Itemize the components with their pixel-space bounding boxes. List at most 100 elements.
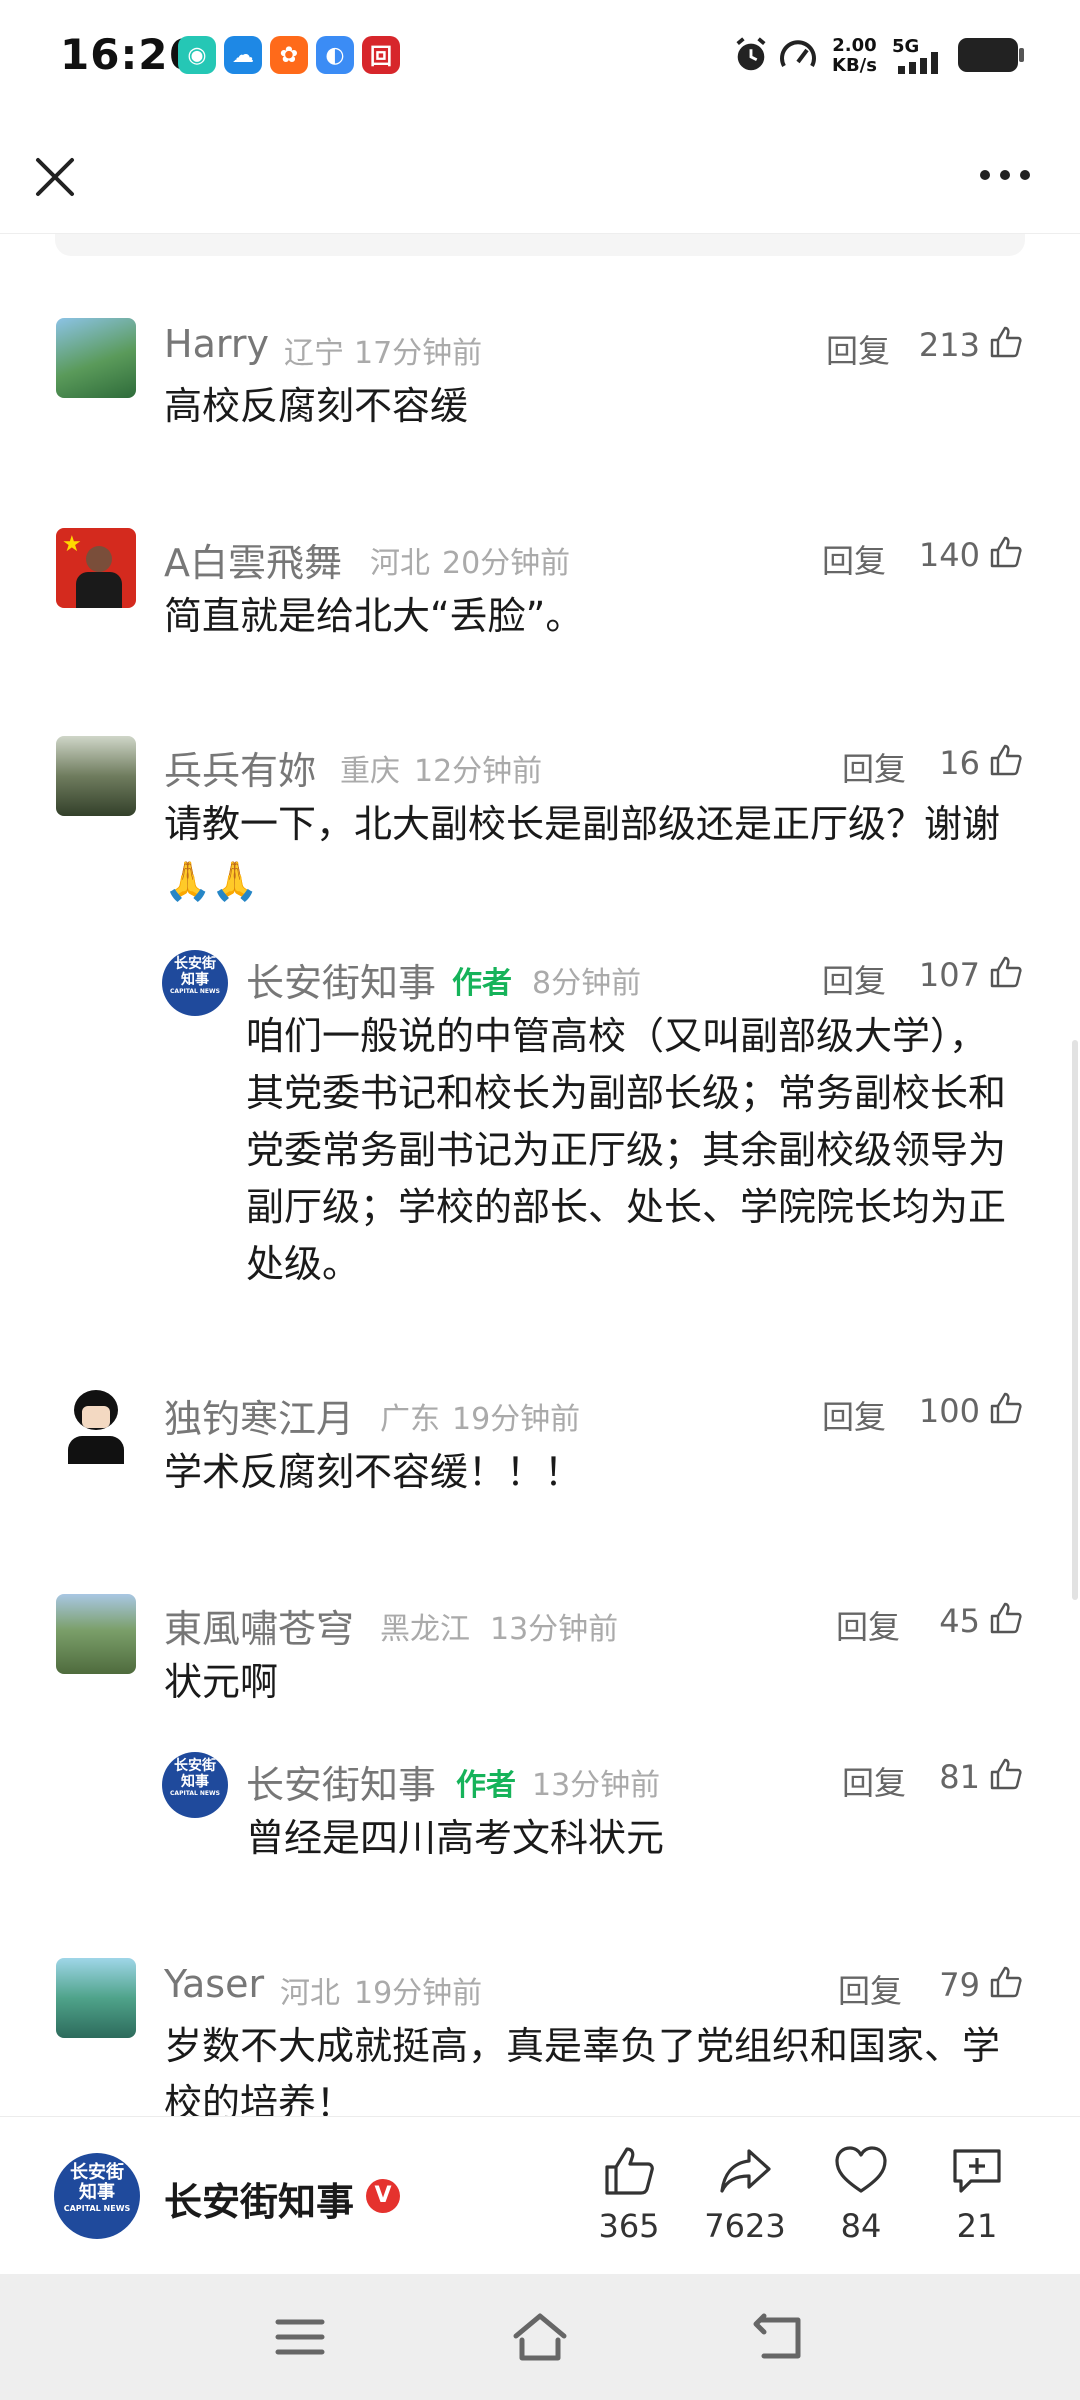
like-count: 140 <box>918 536 980 574</box>
thumbs-up-icon[interactable] <box>988 534 1024 570</box>
verified-badge: V <box>366 2179 400 2213</box>
avatar[interactable]: 长安街 知事 CAPITAL NEWS <box>162 1752 228 1818</box>
menu-icon[interactable] <box>270 2310 330 2364</box>
comment-time: 19分钟前 <box>354 1976 483 2011</box>
home-icon[interactable] <box>510 2310 570 2364</box>
thumbs-up-icon[interactable] <box>988 1964 1024 2000</box>
logo-text-line2: 知事 <box>181 972 209 988</box>
network-speed: 2.00 KB/s <box>832 36 877 76</box>
thumbs-up-icon[interactable] <box>988 954 1024 990</box>
network-speed-value: 2.00 <box>832 35 877 56</box>
thumbs-up-icon[interactable] <box>988 1390 1024 1426</box>
app-notification-icon-2: ☁ <box>224 36 262 74</box>
comment-location: 重庆 <box>340 754 400 789</box>
system-navigation-bar <box>0 2274 1080 2400</box>
commenter-name[interactable]: 兵兵有妳 <box>164 740 316 795</box>
logo-text-line2: 知事 <box>79 2182 115 2203</box>
commenter-name[interactable]: 東風嘯苍穹 <box>164 1598 354 1653</box>
like-count: 107 <box>918 956 980 994</box>
more-options-icon[interactable] <box>975 160 1035 190</box>
like-count: 16 <box>939 744 980 782</box>
thumbs-up-icon[interactable] <box>988 1600 1024 1636</box>
avatar[interactable] <box>56 318 136 398</box>
commenter-name[interactable]: 独钓寒江月 <box>164 1388 354 1443</box>
like-count: 365 <box>598 2207 660 2245</box>
favorite-count: 84 <box>840 2207 882 2245</box>
avatar[interactable] <box>56 1958 136 2038</box>
battery-icon <box>958 38 1024 72</box>
logo-text-line1: 长安街 <box>174 1758 216 1774</box>
comment-time: 17分钟前 <box>354 336 483 371</box>
thumbs-up-icon[interactable] <box>988 1756 1024 1792</box>
logo-text-line2: 知事 <box>181 1774 209 1790</box>
comment-time: 8分钟前 <box>532 966 642 1001</box>
back-icon[interactable] <box>750 2310 810 2364</box>
content-card-bottom <box>55 234 1025 256</box>
comment-item: Yaser 河北 19分钟前 回复 79 岁数不大成就挺高，真是辜负了党组织和国… <box>0 1958 1080 2116</box>
app-notification-icon-4: ◐ <box>316 36 354 74</box>
comment-text: 状元啊 <box>164 1660 279 1704</box>
status-bar: 16:26 ◉ ☁ ✿ ◐ 回 2.00 KB/s 5G <box>0 0 1080 110</box>
commenter-name[interactable]: 长安街知事 <box>246 952 436 1007</box>
heart-icon <box>835 2146 887 2193</box>
comment-location: 河北 <box>370 546 430 581</box>
network-speed-unit: KB/s <box>832 55 877 76</box>
logo-text-line1: 长安街 <box>70 2162 124 2183</box>
commenter-name[interactable]: 长安街知事 <box>246 1754 436 1809</box>
like-count: 45 <box>939 1602 980 1640</box>
like-count: 213 <box>918 326 980 364</box>
like-button[interactable]: 365 <box>574 2143 684 2245</box>
commenter-name[interactable]: Harry <box>164 322 269 366</box>
comment-text: 曾经是四川高考文科状元 <box>246 1816 665 1860</box>
like-count: 81 <box>939 1758 980 1796</box>
commenter-name[interactable]: Yaser <box>164 1962 264 2006</box>
app-notification-icon-5: 回 <box>362 36 400 74</box>
speedometer-icon <box>780 40 816 67</box>
avatar[interactable] <box>56 736 136 816</box>
like-count: 79 <box>939 1966 980 2004</box>
account-avatar[interactable]: 长安街 知事 CAPITAL NEWS <box>54 2153 140 2239</box>
thumbs-up-icon <box>605 2147 654 2195</box>
logo-text-line3: CAPITAL NEWS <box>63 2204 131 2213</box>
top-bar <box>0 110 1080 234</box>
scrollbar[interactable] <box>1072 1040 1078 1600</box>
like-count: 100 <box>918 1392 980 1430</box>
comment-location: 辽宁 <box>284 336 344 371</box>
logo-text-line3: CAPITAL NEWS <box>170 988 220 995</box>
signal-icon <box>898 52 938 74</box>
comment-location: 广东 <box>380 1402 440 1437</box>
comment-add-icon <box>953 2149 1001 2193</box>
comment-text: 咱们一般说的中管高校（又叫副部级大学），其党委书记和校长为副部长级；常务副校长和… <box>246 1014 1007 1286</box>
commenter-name[interactable]: A白雲飛舞 <box>164 532 342 587</box>
comment-location: 河北 <box>280 1976 340 2011</box>
reply-button[interactable]: 回复 <box>822 536 886 582</box>
share-icon <box>720 2149 771 2193</box>
star-icon: ★ <box>62 532 82 557</box>
comment-text: 请教一下，北大副校长是副部级还是正厅级？谢谢🙏🙏 <box>164 802 1001 903</box>
app-notification-icon-1: ◉ <box>178 36 216 74</box>
comment-text: 简直就是给北大“丢脸”。 <box>164 594 584 638</box>
favorite-button[interactable]: 84 <box>806 2143 916 2245</box>
share-button[interactable]: 7623 <box>690 2143 800 2245</box>
comment-time: 13分钟前 <box>490 1612 619 1647</box>
avatar[interactable]: 长安街 知事 CAPITAL NEWS <box>162 950 228 1016</box>
close-icon[interactable] <box>30 152 80 202</box>
avatar[interactable] <box>56 1594 136 1674</box>
comment-location: 黑龙江 <box>380 1612 470 1647</box>
comment-time: 20分钟前 <box>442 546 571 581</box>
avatar[interactable]: ★ <box>56 528 136 608</box>
comment-button[interactable]: 21 <box>922 2143 1032 2245</box>
bottom-action-bar: 长安街 知事 CAPITAL NEWS 长安街知事 V 365 7623 84 … <box>0 2116 1080 2274</box>
share-count: 7623 <box>704 2207 786 2245</box>
account-name[interactable]: 长安街知事 <box>164 2171 354 2226</box>
comment-text: 高校反腐刻不容缓 <box>164 384 469 428</box>
thumbs-up-icon[interactable] <box>988 742 1024 778</box>
thumbs-up-icon[interactable] <box>988 324 1024 360</box>
logo-text-line3: CAPITAL NEWS <box>170 1790 220 1797</box>
logo-text-line1: 长安街 <box>174 956 216 972</box>
reply-button[interactable]: 回复 <box>822 1392 886 1438</box>
avatar[interactable] <box>56 1384 136 1464</box>
reply-button[interactable]: 回复 <box>822 956 886 1002</box>
comment-text: 学术反腐刻不容缓！！！ <box>164 1450 583 1494</box>
alarm-icon <box>736 37 766 71</box>
